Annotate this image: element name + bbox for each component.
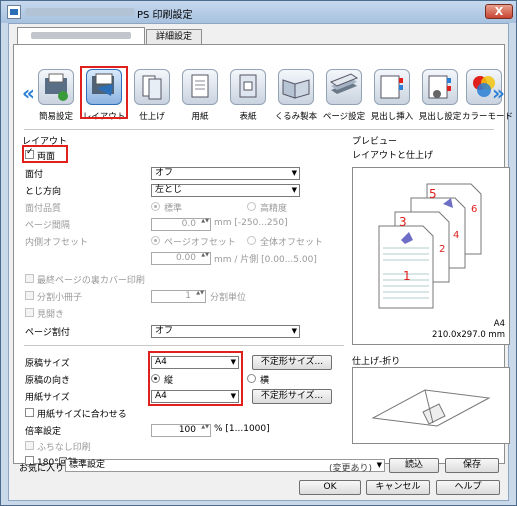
offset-unit: mm / 片側 [0.00...5.00] <box>214 255 317 265</box>
print-settings-window: PS 印刷設定 X 詳細設定 « 簡易設定 レイアウト 仕上げ 用紙 表紙 くる… <box>0 0 517 506</box>
orig-custom-size-button[interactable]: 不定形サイズ... <box>252 355 332 370</box>
category-tab-insert[interactable]: 見出し挿入 <box>370 69 414 122</box>
printer-name-redacted <box>25 8 135 16</box>
section-divider <box>24 345 344 346</box>
printer-app-icon <box>7 5 21 19</box>
quality-standard-label: 標準 <box>164 204 183 214</box>
borderless-label: ふちなし印刷 <box>37 443 91 453</box>
svg-text:5: 5 <box>429 187 437 201</box>
svg-text:1: 1 <box>403 269 411 283</box>
category-paper[interactable]: 用紙 <box>178 69 222 122</box>
category-tab-settings[interactable]: 見出し設定 <box>418 69 462 122</box>
preview-label: プレビュー <box>352 137 398 147</box>
last-page-cover-label: 最終ページの裏カバー印刷 <box>37 276 145 286</box>
landscape-radio[interactable] <box>247 374 256 383</box>
preview-paper-name: A4 <box>493 319 505 329</box>
cancel-button[interactable]: キャンセル <box>366 480 430 495</box>
page-spacing-unit: mm [-250...250] <box>214 218 288 228</box>
offset-all-label: 全体オフセット <box>260 238 324 248</box>
highlight-layout-icon <box>80 66 128 119</box>
tab-basic[interactable] <box>17 27 145 44</box>
fold-diagram-icon <box>371 389 491 427</box>
quality-high-radio[interactable] <box>247 202 256 211</box>
divider <box>24 129 494 130</box>
split-count-input[interactable]: 1 <box>151 290 206 303</box>
imposition-label: 面付 <box>25 170 44 180</box>
cover-icon <box>230 69 266 105</box>
page-setup-icon <box>326 69 362 105</box>
close-button[interactable]: X <box>485 4 513 19</box>
orig-size-label: 原稿サイズ <box>25 359 70 369</box>
title-bar: PS 印刷設定 X <box>1 1 516 23</box>
highlight-paper-settings <box>148 351 243 406</box>
paper-size-label: 用紙サイズ <box>25 393 70 403</box>
offset-value-input[interactable]: 0.00 <box>151 252 211 265</box>
category-quick-setup[interactable]: 簡易設定 <box>34 69 78 122</box>
inner-offset-label: 内側オフセット <box>25 238 89 248</box>
binding-label: とじ方向 <box>25 187 62 197</box>
quality-label: 面付品質 <box>25 204 62 214</box>
page-split-label: ページ割付 <box>25 328 70 338</box>
scroll-left-icon[interactable]: « <box>22 81 35 105</box>
spread-checkbox[interactable] <box>25 308 34 317</box>
binding-direction-select[interactable]: 左とじ <box>151 184 300 197</box>
quality-high-label: 高精度 <box>260 204 288 214</box>
favorites-label: お気に入り <box>19 464 65 474</box>
scroll-right-icon[interactable]: » <box>492 81 505 105</box>
ok-button[interactable]: OK <box>299 480 361 495</box>
svg-text:3: 3 <box>399 215 407 229</box>
finishing-preview <box>352 367 510 444</box>
dialog-body: 詳細設定 « 簡易設定 レイアウト 仕上げ 用紙 表紙 くるみ製本 ページ設定 … <box>8 23 513 501</box>
landscape-label: 横 <box>260 376 270 386</box>
category-perfect-binding[interactable]: くるみ製本 <box>274 69 318 122</box>
svg-text:6: 6 <box>471 204 477 215</box>
svg-text:2: 2 <box>439 244 445 255</box>
orientation-label: 原稿の向き <box>25 376 71 386</box>
preview-paper-dims: 210.0x297.0 mm <box>432 330 505 340</box>
highlight-duplex <box>22 145 68 163</box>
offset-page-label: ページオフセット <box>164 238 236 248</box>
preview-pages-graphic: 1 2 3 4 5 6 <box>378 183 482 309</box>
tab-panel: « 簡易設定 レイアウト 仕上げ 用紙 表紙 くるみ製本 ページ設定 見出し挿入… <box>13 44 513 468</box>
svg-text:4: 4 <box>453 230 459 241</box>
quick-setup-icon <box>38 69 74 105</box>
preview-sublabel: レイアウトと仕上げ <box>352 151 434 161</box>
fit-to-paper-label: 用紙サイズに合わせる <box>37 410 127 420</box>
help-button[interactable]: ヘルプ <box>436 480 500 495</box>
spread-label: 見開き <box>37 310 65 320</box>
load-button[interactable]: 読込 <box>389 458 439 473</box>
perfect-binding-icon <box>278 69 314 105</box>
tab-insert-icon <box>374 69 410 105</box>
finishing-icon <box>134 69 170 105</box>
split-booklet-checkbox[interactable] <box>25 291 34 300</box>
page-spacing-label: ページ間隔 <box>25 221 70 231</box>
quality-standard-radio[interactable] <box>151 202 160 211</box>
borderless-checkbox[interactable] <box>25 441 34 450</box>
split-booklet-label: 分割小冊子 <box>37 293 83 303</box>
paper-custom-size-button[interactable]: 不定形サイズ... <box>252 389 332 404</box>
split-unit: 分割単位 <box>210 293 247 303</box>
save-button[interactable]: 保存 <box>445 458 499 473</box>
window-title: PS 印刷設定 <box>137 10 193 21</box>
tab-detail[interactable]: 詳細設定 <box>146 29 202 44</box>
tab-settings-icon <box>422 69 458 105</box>
finishing-fold-label: 仕上げ-折り <box>352 357 401 367</box>
category-cover[interactable]: 表紙 <box>226 69 270 122</box>
last-page-cover-checkbox[interactable] <box>25 274 34 283</box>
page-split-select[interactable]: オフ <box>151 325 300 338</box>
offset-page-radio[interactable] <box>151 236 160 245</box>
page-spacing-input[interactable]: 0.0 <box>151 218 211 231</box>
imposition-select[interactable]: オフ <box>151 167 300 180</box>
paper-icon <box>182 69 218 105</box>
zoom-input[interactable]: 100 <box>151 424 211 437</box>
offset-all-radio[interactable] <box>247 236 256 245</box>
layout-preview: 1 2 3 4 5 6 A4 210.0x297.0 mm <box>352 167 510 345</box>
favorites-status: (変更あり) <box>329 464 373 474</box>
zoom-label: 倍率設定 <box>25 427 62 437</box>
fit-to-paper-checkbox[interactable] <box>25 408 34 417</box>
category-page-setup[interactable]: ページ設定 <box>322 69 366 122</box>
zoom-unit: % [1...1000] <box>214 424 270 434</box>
category-finishing[interactable]: 仕上げ <box>130 69 174 122</box>
